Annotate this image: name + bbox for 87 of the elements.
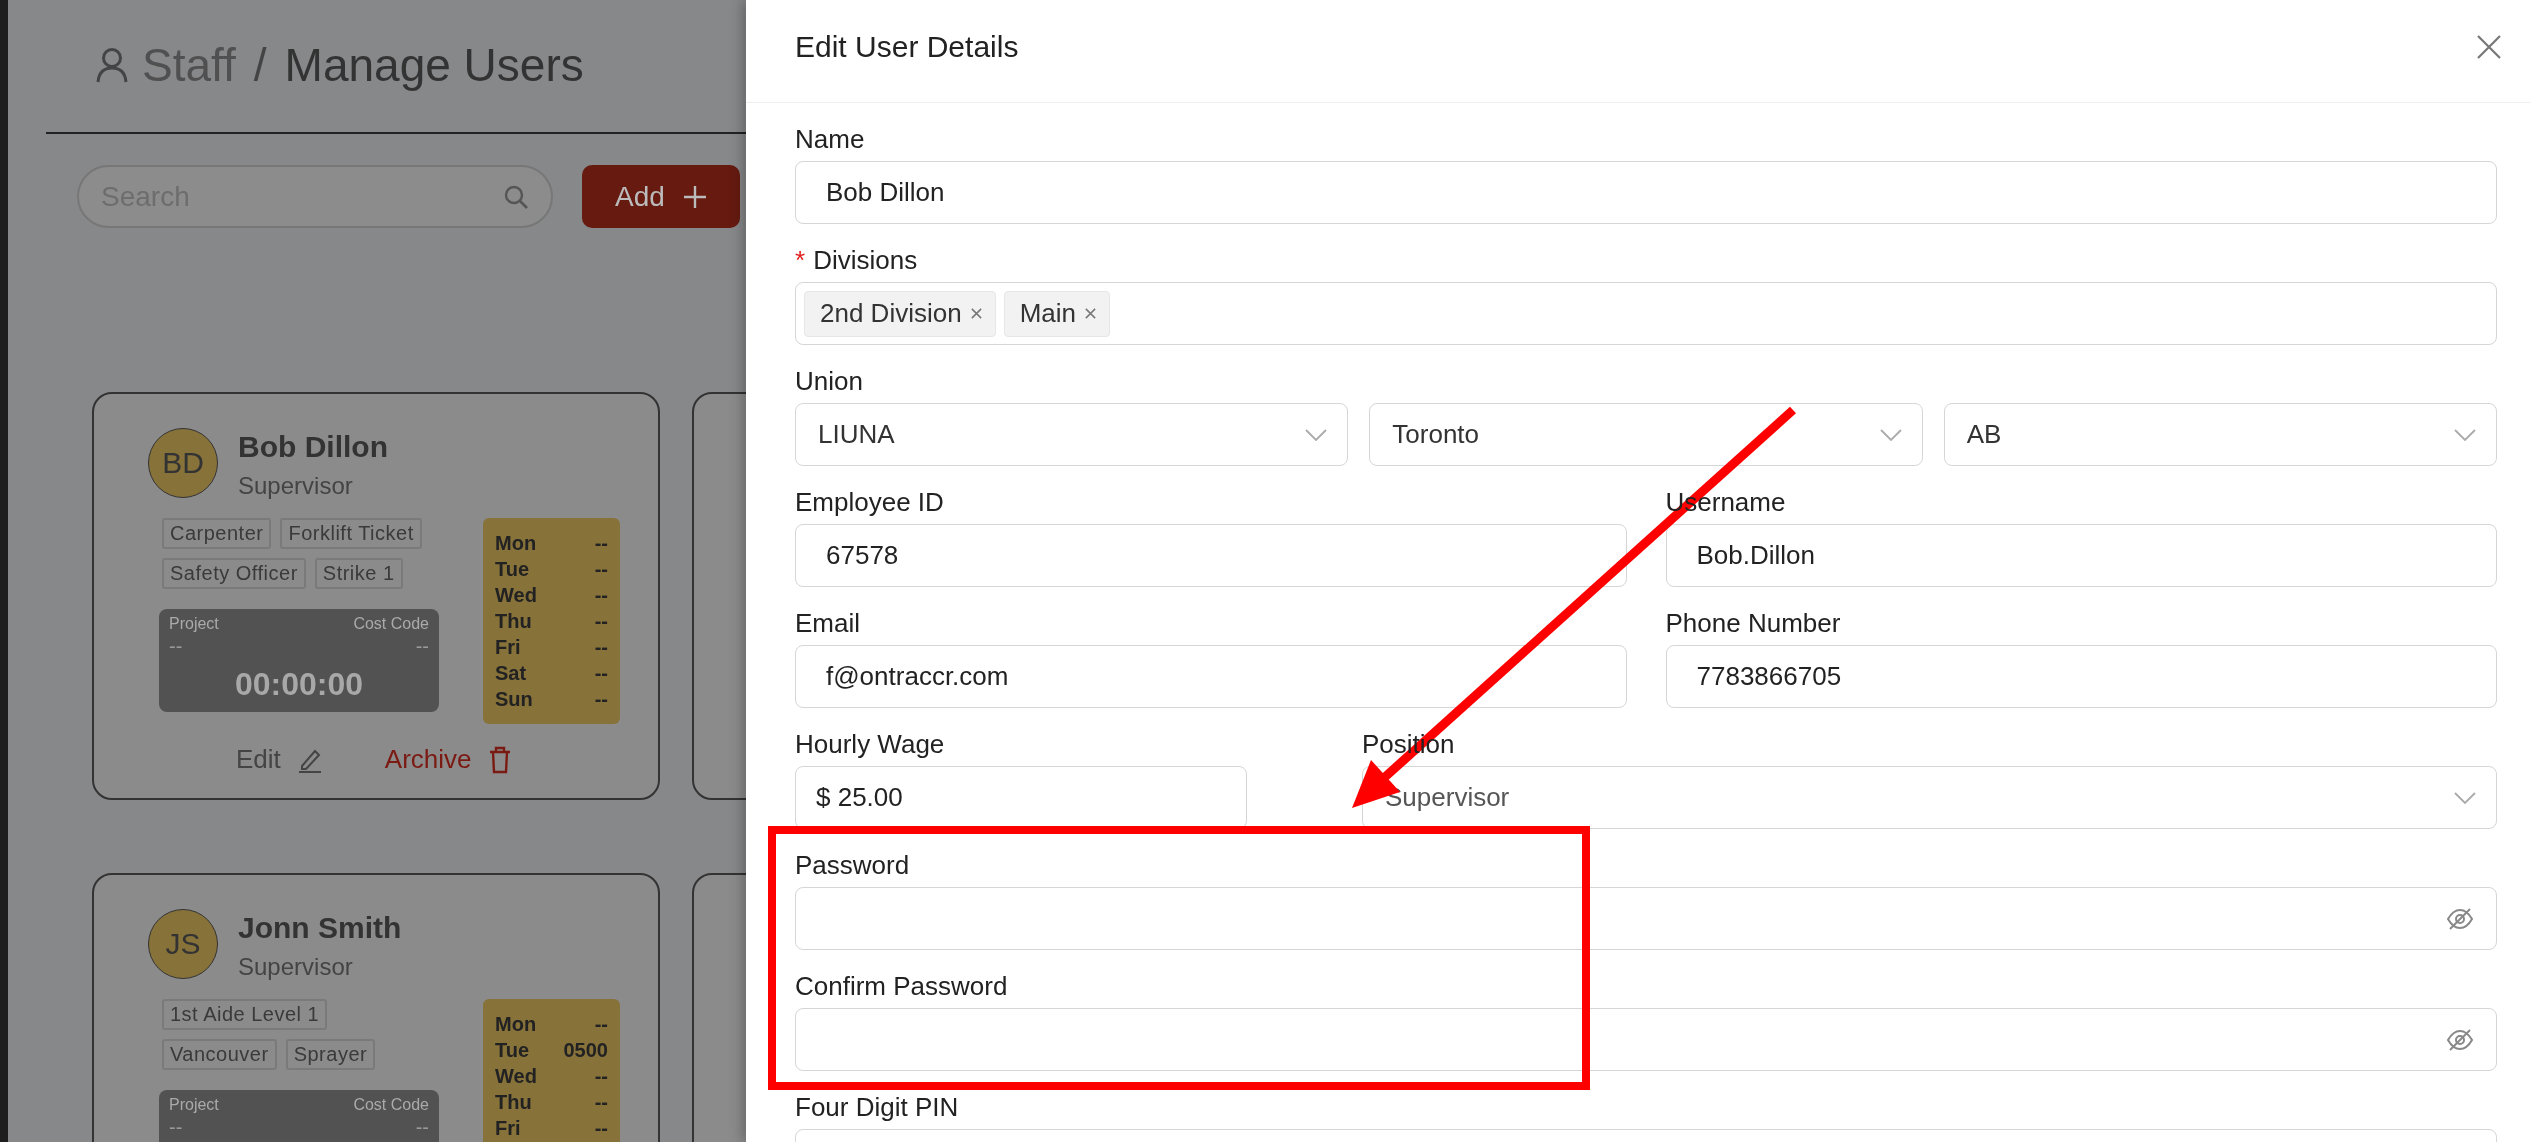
password-field[interactable] (795, 1008, 2497, 1071)
eye-slash-icon[interactable] (2446, 906, 2474, 931)
field-label: Confirm Password (795, 970, 1008, 1003)
user-icon (96, 47, 128, 83)
trash-icon[interactable] (487, 745, 512, 774)
field-label: Password (795, 849, 910, 882)
cost-code-value: -- (415, 1116, 429, 1139)
skill-tag: 1st Aide Level 1 (162, 999, 328, 1030)
schedule-value: -- (594, 1116, 608, 1141)
schedule-value: -- (594, 531, 608, 556)
field-label: Phone Number (1665, 607, 1841, 640)
field-label: Union (795, 365, 863, 398)
plus-icon (682, 184, 707, 209)
input-field[interactable]: Bob.Dillon (1665, 524, 2497, 587)
schedule-day: Mon (495, 530, 537, 556)
cost-code-label: Cost Code (353, 615, 429, 633)
schedule-value: -- (594, 557, 608, 582)
add-button[interactable]: Add (582, 165, 740, 228)
schedule-value: -- (594, 661, 608, 686)
skill-tag: Forklift Ticket (280, 518, 422, 549)
select-field[interactable]: AB (1943, 403, 2497, 466)
project-label: Project (169, 1096, 219, 1114)
project-value: -- (169, 1116, 183, 1139)
tag-label: Main (1019, 298, 1076, 329)
schedule-value: 0500 (563, 1038, 608, 1063)
schedule-day: Thu (495, 1089, 532, 1115)
drawer-title: Edit User Details (795, 30, 1019, 64)
project-value: -- (169, 635, 183, 658)
cost-code-label: Cost Code (353, 1096, 429, 1114)
select-field[interactable]: Toronto (1369, 403, 1923, 466)
schedule-day: Wed (495, 582, 537, 608)
select-field[interactable]: LIUNA (795, 403, 1349, 466)
eye-slash-icon[interactable] (2446, 1027, 2474, 1052)
schedule-value: -- (594, 583, 608, 608)
close-icon[interactable] (2476, 34, 2502, 60)
skill-tag: Safety Officer (162, 558, 306, 589)
user-role: Supervisor (238, 472, 354, 500)
schedule-day: Fri (495, 634, 521, 660)
page-title: Manage Users (284, 38, 584, 92)
input-field[interactable]: Bob Dillon (795, 161, 2497, 224)
breadcrumb-separator: / (253, 38, 267, 92)
field-label: Employee ID (795, 486, 944, 519)
avatar: JS (148, 909, 218, 979)
divisions-field[interactable]: 2nd Division Main (795, 282, 2497, 345)
user-role: Supervisor (238, 953, 354, 981)
schedule-day: Wed (495, 1063, 537, 1089)
schedule-day: Sun (495, 686, 533, 712)
schedule-value: -- (594, 1064, 608, 1089)
schedule-day: Tue (495, 556, 530, 582)
close-icon[interactable] (969, 307, 983, 320)
tag-label: 2nd Division (820, 298, 962, 329)
chevron-down-icon (1879, 428, 1902, 441)
schedule-day: Mon (495, 1011, 537, 1037)
field-label: Four Digit PIN (795, 1091, 959, 1124)
chevron-down-icon (2454, 791, 2476, 804)
skill-tag: Strike 1 (314, 558, 403, 589)
schedule-value: -- (594, 687, 608, 712)
schedule-day: Thu (495, 608, 532, 634)
field-label: Name (795, 123, 865, 156)
schedule-value: -- (594, 635, 608, 660)
field-label: Hourly Wage (795, 728, 945, 761)
required-mark: * (795, 244, 806, 277)
schedule-value: -- (594, 1012, 608, 1037)
input-field[interactable]: 7783866705 (1665, 645, 2497, 708)
password-field[interactable] (795, 887, 2497, 950)
schedule-value: -- (594, 1090, 608, 1115)
cost-code-value: -- (415, 635, 429, 658)
schedule-value: -- (594, 609, 608, 634)
skill-tag: Vancouver (162, 1039, 277, 1070)
chevron-down-icon (2454, 428, 2476, 441)
chevron-down-icon (1305, 428, 1328, 441)
skill-tag: Carpenter (162, 518, 272, 549)
schedule-day: Sat (495, 660, 527, 686)
schedule-day: Tue (495, 1037, 530, 1063)
input-field[interactable]: f@ontraccr.com (795, 645, 1627, 708)
project-label: Project (169, 615, 219, 633)
close-icon[interactable] (1084, 307, 1097, 320)
field-label: Divisions (813, 244, 918, 277)
user-name: Bob Dillon (238, 430, 388, 464)
schedule-day: Fri (495, 1115, 521, 1141)
skill-tag: Sprayer (285, 1039, 376, 1070)
avatar: BD (148, 428, 218, 498)
timer-value: 00:00:00 (233, 666, 365, 703)
search-icon (503, 183, 529, 210)
input-field[interactable]: 67578 (795, 524, 1627, 587)
user-name: Jonn Smith (238, 911, 402, 945)
field-label: Email (795, 607, 860, 640)
